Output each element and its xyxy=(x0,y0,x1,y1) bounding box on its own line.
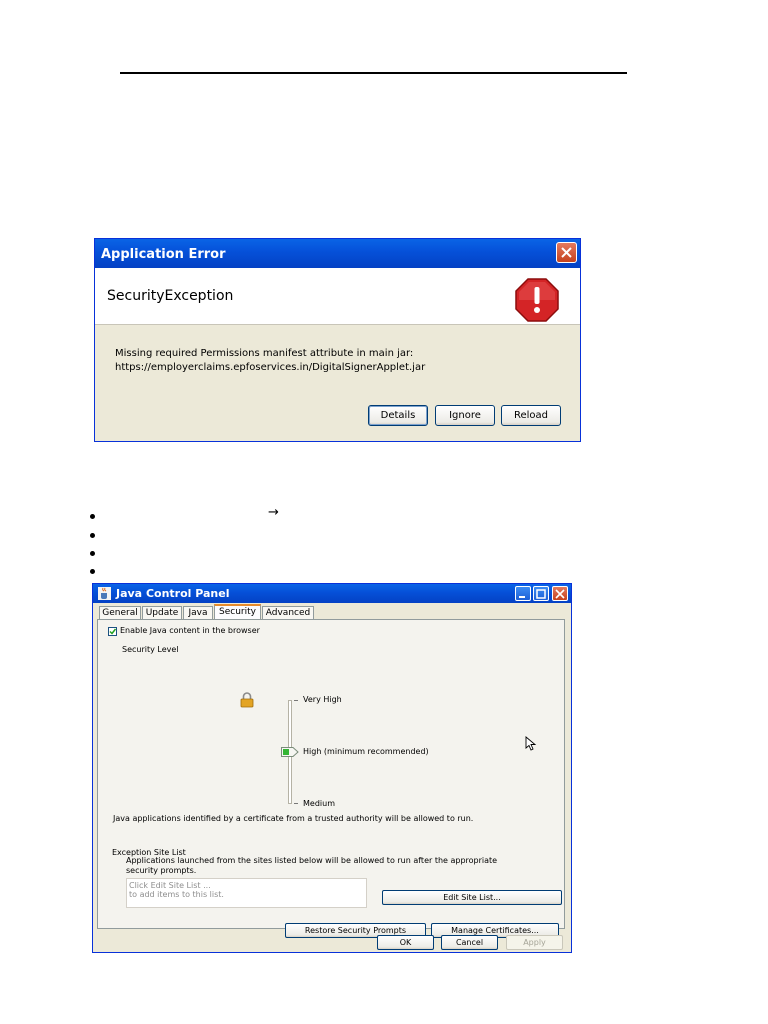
minimize-button[interactable] xyxy=(515,586,531,601)
tab-update[interactable]: Update xyxy=(142,606,182,619)
window-close-button[interactable] xyxy=(552,586,568,601)
mouse-cursor-icon xyxy=(525,736,537,751)
stop-sign-icon xyxy=(515,278,559,322)
error-dialog-titlebar[interactable]: Application Error xyxy=(95,239,580,268)
security-tab-panel: Enable Java content in the browser Secur… xyxy=(97,619,565,938)
bullet-3 xyxy=(90,551,95,556)
security-level-label: Security Level xyxy=(122,645,179,654)
minimize-icon xyxy=(519,596,525,598)
exception-site-list-box[interactable]: Click Edit Site List ... to add items to… xyxy=(126,878,367,908)
close-icon xyxy=(555,589,565,599)
bullet-4 xyxy=(90,569,95,574)
error-dialog-close-button[interactable] xyxy=(556,242,577,263)
java-control-panel-titlebar[interactable]: Java Control Panel xyxy=(93,584,571,603)
arrow-glyph: → xyxy=(268,505,279,520)
level-medium[interactable]: Medium xyxy=(303,799,335,808)
site-list-hint-1: Click Edit Site List ... xyxy=(129,881,211,890)
horizontal-rule xyxy=(120,72,627,74)
slider-tick-very-high xyxy=(294,700,298,701)
tab-security[interactable]: Security xyxy=(214,604,261,620)
security-level-slider-thumb[interactable] xyxy=(281,747,299,757)
tab-advanced[interactable]: Advanced xyxy=(262,606,314,619)
edit-site-list-button[interactable]: Edit Site List... xyxy=(382,890,562,905)
java-control-panel-window: Java Control Panel General Update Java S… xyxy=(92,583,572,953)
error-dialog-header: SecurityException xyxy=(95,268,580,325)
reload-button[interactable]: Reload xyxy=(501,405,561,426)
details-button[interactable]: Details xyxy=(368,405,428,426)
java-cup-icon xyxy=(98,587,111,600)
ignore-button[interactable]: Ignore xyxy=(435,405,495,426)
enable-java-checkbox[interactable] xyxy=(108,627,117,636)
ok-button[interactable]: OK xyxy=(377,935,434,950)
error-heading: SecurityException xyxy=(107,288,234,304)
tab-general[interactable]: General xyxy=(99,606,141,619)
bullet-2 xyxy=(90,533,95,538)
apply-button[interactable]: Apply xyxy=(506,935,563,950)
level-high[interactable]: High (minimum recommended) xyxy=(303,747,429,756)
lock-icon xyxy=(240,692,254,708)
maximize-button[interactable] xyxy=(533,586,549,601)
error-message: Missing required Permissions manifest at… xyxy=(115,347,425,375)
exception-site-description-1: Applications launched from the sites lis… xyxy=(126,856,498,865)
cancel-button[interactable]: Cancel xyxy=(441,935,498,950)
checkmark-icon xyxy=(109,628,116,635)
bullet-1 xyxy=(90,514,95,519)
tab-java[interactable]: Java xyxy=(183,606,213,619)
error-dialog-title: Application Error xyxy=(101,247,226,262)
security-level-description: Java applications identified by a certif… xyxy=(113,814,474,823)
error-message-line-1: Missing required Permissions manifest at… xyxy=(115,348,414,359)
site-list-hint-2: to add items to this list. xyxy=(129,890,224,899)
exception-site-description-2: security prompts. xyxy=(126,866,197,875)
enable-java-label: Enable Java content in the browser xyxy=(120,626,260,635)
close-icon xyxy=(561,247,572,258)
maximize-icon xyxy=(536,589,546,599)
error-message-line-2: https://employerclaims.epfoservices.in/D… xyxy=(115,362,426,373)
slider-tick-medium xyxy=(294,803,298,804)
java-control-panel-title: Java Control Panel xyxy=(116,587,230,600)
level-very-high[interactable]: Very High xyxy=(303,695,342,704)
application-error-dialog: Application Error SecurityException Miss… xyxy=(94,238,581,442)
